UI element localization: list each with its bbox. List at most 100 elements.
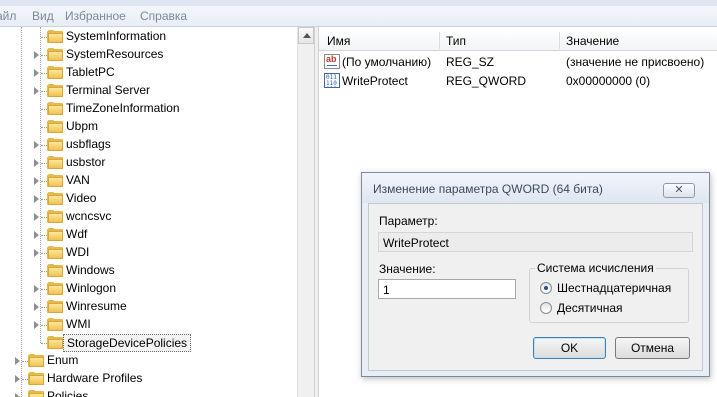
column-name[interactable]: Имя (327, 34, 350, 48)
tree-item-label[interactable]: Enum (44, 352, 81, 368)
expand-arrow-icon[interactable] (34, 303, 39, 311)
menu-view[interactable]: Вид (32, 9, 54, 23)
expand-arrow-icon[interactable] (34, 213, 39, 221)
expand-arrow-icon[interactable] (34, 177, 39, 185)
row-type: REG_QWORD (446, 74, 527, 88)
expand-arrow-icon[interactable] (34, 87, 39, 95)
row-value: 0x00000000 (0) (566, 74, 651, 88)
folder-icon (47, 84, 63, 97)
folder-icon (47, 30, 63, 43)
value-input[interactable]: 1 (378, 279, 516, 299)
dialog-body: Параметр: WriteProtect Значение: 1 Систе… (368, 203, 703, 371)
edit-qword-dialog: Изменение параметра QWORD (64 бита) ✕ Па… (361, 172, 710, 377)
row-type: REG_SZ (446, 55, 495, 69)
expand-arrow-icon[interactable] (34, 141, 39, 149)
tree-item-label[interactable]: WMI (63, 316, 94, 332)
tree-item-label[interactable]: Winresume (63, 298, 130, 314)
list-header: Имя Тип Значение (319, 30, 717, 51)
close-icon: ✕ (674, 184, 684, 196)
expand-arrow-icon[interactable] (34, 159, 39, 167)
tree-item-label[interactable]: Wdf (63, 226, 90, 242)
list-row[interactable]: 011110010 WriteProtect REG_QWORD 0x00000… (319, 72, 717, 90)
cancel-button[interactable]: Отмена (615, 337, 690, 359)
tree-item-label[interactable]: Terminal Server (63, 82, 153, 98)
tree-item-label[interactable]: SystemResources (63, 46, 166, 62)
dialog-titlebar[interactable]: Изменение параметра QWORD (64 бита) ✕ (362, 173, 709, 203)
folder-icon (28, 390, 44, 397)
menu-file[interactable]: айл (0, 9, 16, 23)
expand-arrow-icon[interactable] (34, 249, 39, 257)
tree-item-label[interactable]: WDI (63, 244, 92, 260)
expand-arrow-icon[interactable] (15, 375, 20, 383)
folder-icon (28, 372, 44, 385)
number-base-group: Система исчисления Шестнадцатеричная Дес… (529, 261, 689, 323)
param-label: Параметр: (379, 214, 438, 228)
folder-icon (47, 246, 63, 259)
tree-item-label[interactable]: Video (63, 190, 99, 206)
radio-dec[interactable]: Десятичная (540, 301, 623, 315)
scroll-up-button[interactable] (298, 27, 314, 44)
tree-item-label[interactable]: StorageDevicePolicies (63, 334, 192, 352)
tree-item-label[interactable]: SystemInformation (63, 28, 169, 44)
column-divider[interactable] (439, 32, 440, 49)
expand-arrow-icon[interactable] (34, 195, 39, 203)
folder-icon (47, 210, 63, 223)
expand-arrow-icon[interactable] (34, 231, 39, 239)
row-name: (По умолчанию) (342, 55, 432, 69)
tree-scrollbar[interactable] (297, 27, 314, 397)
folder-icon (47, 66, 63, 79)
folder-icon (47, 138, 63, 151)
tree-item-label[interactable]: VAN (63, 172, 93, 188)
row-value: (значение не присвоено) (566, 55, 705, 69)
list-row[interactable]: ab (По умолчанию) REG_SZ (значение не пр… (319, 53, 717, 71)
column-type[interactable]: Тип (446, 34, 466, 48)
tree-item-label[interactable]: Policies (44, 388, 91, 397)
folder-icon (47, 102, 63, 115)
folder-icon (47, 156, 63, 169)
menu-bar: айл Вид Избранное Справка (0, 0, 717, 27)
folder-icon (47, 174, 63, 187)
folder-icon (47, 336, 63, 349)
tree-guide-line (40, 27, 41, 343)
tree-item-label[interactable]: Winlogon (63, 280, 119, 296)
folder-icon (28, 354, 44, 367)
folder-icon (47, 264, 63, 277)
tree-item-label[interactable]: Hardware Profiles (44, 370, 145, 386)
folder-icon (47, 228, 63, 241)
expand-arrow-icon[interactable] (15, 357, 20, 365)
expand-arrow-icon[interactable] (15, 393, 20, 397)
param-name-field: WriteProtect (378, 232, 693, 252)
expand-arrow-icon[interactable] (34, 321, 39, 329)
radio-hex-dot[interactable] (540, 282, 552, 294)
tree-item-label[interactable]: wcncsvc (63, 208, 114, 224)
radio-dec-dot[interactable] (540, 302, 552, 314)
tree-item-label[interactable]: TimeZoneInformation (63, 100, 183, 116)
dialog-title: Изменение параметра QWORD (64 бита) (373, 182, 603, 196)
column-divider[interactable] (559, 32, 560, 49)
tree-item-label[interactable]: Ubpm (63, 118, 101, 134)
registry-tree[interactable]: SystemInformation SystemResources TabletPC… (0, 27, 314, 397)
folder-icon (47, 48, 63, 61)
string-value-icon: ab (324, 54, 340, 69)
value-label: Значение: (379, 262, 436, 276)
tree-guide-line (21, 27, 22, 397)
radio-hex-label: Шестнадцатеричная (557, 281, 672, 295)
column-value[interactable]: Значение (566, 34, 619, 48)
tree-item-label[interactable]: TabletPC (63, 64, 118, 80)
menu-favorites[interactable]: Избранное (65, 9, 126, 23)
tree-item-label[interactable]: Windows (63, 262, 118, 278)
tree-item-label[interactable]: usbstor (63, 154, 108, 170)
expand-arrow-icon[interactable] (34, 69, 39, 77)
close-button[interactable]: ✕ (663, 183, 695, 198)
expand-arrow-icon[interactable] (34, 51, 39, 59)
number-base-label: Система исчисления (535, 261, 656, 275)
folder-icon (47, 300, 63, 313)
ok-button[interactable]: OK (533, 337, 606, 359)
folder-icon (47, 120, 63, 133)
radio-hex[interactable]: Шестнадцатеричная (540, 281, 671, 295)
menu-help[interactable]: Справка (140, 9, 187, 23)
tree-item-label[interactable]: usbflags (63, 136, 114, 152)
folder-icon (47, 282, 63, 295)
expand-arrow-icon[interactable] (34, 285, 39, 293)
binary-value-icon: 011110010 (324, 73, 340, 88)
